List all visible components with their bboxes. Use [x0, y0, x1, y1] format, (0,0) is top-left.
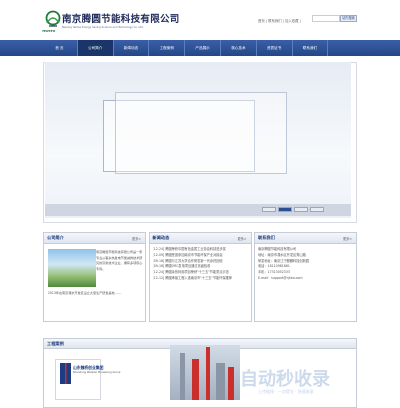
- search-input[interactable]: [312, 15, 340, 22]
- contact-header: 联系我们 更多>: [255, 233, 356, 244]
- chimney: [216, 363, 225, 400]
- tower: [192, 359, 199, 400]
- project-subtitle: Shandong Weiqiao Pioneering Group: [73, 371, 121, 374]
- contact-line: E-mail：support@njteo.com: [258, 275, 303, 280]
- nav-item[interactable]: 新闻动态: [114, 40, 150, 56]
- tower: [206, 347, 210, 400]
- contact-list: 南京腾圆节能科技有限公司 地址：南京市溧水区开发区秀山路 研发地址：南京江宁麒麟科技…: [255, 244, 356, 285]
- nav-item[interactable]: 首 页: [42, 40, 78, 56]
- projects-title: 工程案例: [47, 341, 64, 346]
- contact-title: 联系我们: [258, 235, 275, 240]
- company-name-en: Nanjing Tenteo Energy Saving Science and…: [62, 26, 144, 29]
- site-header: 南京腾圆节能科技有限公司 Nanjing Tenteo Energy Savin…: [0, 0, 400, 40]
- about-text-more: 2013年在南京溧水开发区设立大型生产研发基地……: [48, 291, 121, 295]
- news-item[interactable]: [12-12] 腾圆承接工程入选南京市"十三五"节能环保推荐: [153, 276, 248, 282]
- nav-item[interactable]: 联系我们: [293, 40, 329, 56]
- about-photo: [48, 249, 96, 287]
- nav-item[interactable]: 工程案例: [149, 40, 186, 56]
- banner-dot[interactable]: [262, 207, 276, 212]
- banner-dot-active[interactable]: [278, 207, 292, 212]
- nav-item[interactable]: 资质证书: [257, 40, 293, 56]
- banner-panel-back: [115, 92, 287, 174]
- banner-slide[interactable]: [45, 62, 351, 218]
- about-text: 南京腾圆节能科技有限公司是一家专业从事余热发电节能减排技术研究的高新技术企业，拥…: [96, 250, 143, 272]
- about-title: 公司简介: [47, 235, 64, 240]
- contact-panel: 联系我们 更多> 南京腾圆节能科技有限公司 地址：南京市溧水区开发区秀山路 研发地址…: [254, 232, 357, 322]
- about-header: 公司简介 更多>: [44, 233, 145, 244]
- news-title: 新闻动态: [152, 235, 170, 240]
- chimney: [180, 353, 185, 400]
- tower: [228, 367, 234, 400]
- banner-dot[interactable]: [294, 207, 308, 212]
- about-panel: 公司简介 更多> 南京腾圆节能科技有限公司是一家专业从事余热发电节能减排技术研究…: [43, 232, 146, 322]
- nav-item[interactable]: 核心技术: [221, 40, 257, 56]
- news-list: [12-24] 腾圆荣获中国有色金属工业协会科技进步奖 [12-09] 腾圆受邀参…: [150, 244, 251, 285]
- about-more-link[interactable]: 更多>: [132, 236, 141, 241]
- nav-item[interactable]: 产品展示: [185, 40, 221, 56]
- news-header: 新闻动态 更多>: [149, 233, 251, 244]
- news-more-link[interactable]: 更多>: [237, 236, 246, 241]
- logo-tag: TENTEO: [42, 29, 56, 33]
- banner-pager: [262, 207, 324, 212]
- project-logo-icon: [60, 363, 71, 384]
- search-button[interactable]: 站内搜索: [340, 15, 357, 22]
- watermark-text: 自动秒收录: [240, 369, 330, 390]
- news-panel: 新闻动态 更多> [12-24] 腾圆荣获中国有色金属工业协会科技进步奖 [12-…: [148, 232, 252, 322]
- main-nav: 首 页公司简介 新闻动态 工程案例 产品展示 核心技术 资质证书 联系我们: [0, 40, 400, 56]
- company-logo-icon: [45, 10, 61, 27]
- top-links[interactable]: 首页 | 联系我们 | 加入收藏 |: [258, 18, 301, 23]
- watermark-subtext: 上传链接 · 一次提交 · 快速收录: [258, 389, 314, 394]
- banner-dot[interactable]: [310, 207, 324, 212]
- project-photo[interactable]: [170, 345, 240, 400]
- contact-more-link[interactable]: 更多>: [343, 236, 352, 241]
- nav-item[interactable]: 公司简介: [77, 40, 114, 56]
- company-name: 南京腾圆节能科技有限公司: [62, 15, 180, 25]
